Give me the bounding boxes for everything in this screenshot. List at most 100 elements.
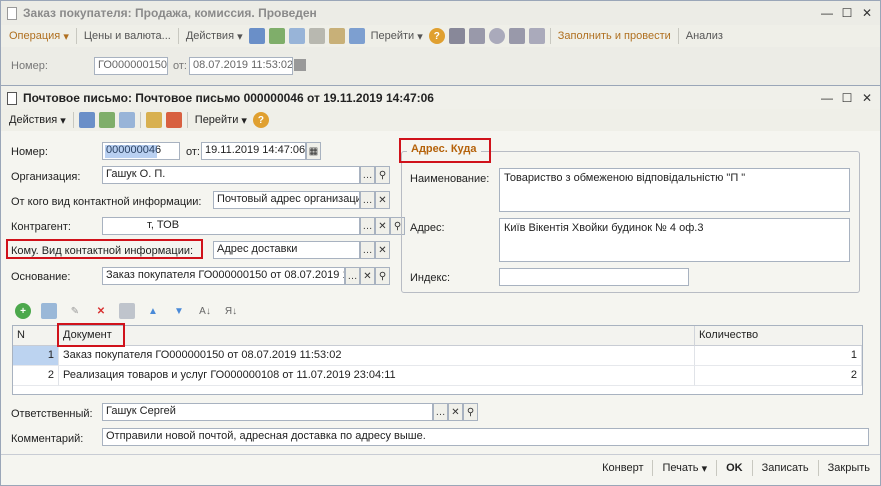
post-icon[interactable] (78, 112, 95, 128)
bg-date-field[interactable]: 08.07.2019 11:53:02 (189, 57, 293, 75)
from-whom-select-button[interactable]: … (360, 191, 375, 209)
goto-menu[interactable]: Перейти ▾ (367, 26, 427, 46)
add-icon[interactable]: + (15, 303, 31, 319)
toolbar-separator (186, 112, 188, 128)
postal-letter-titlebar: Почтовое письмо: Почтовое письмо 0000000… (1, 86, 880, 110)
responsible-field[interactable]: Гашук Сергей (102, 403, 433, 421)
post-icon[interactable] (248, 28, 265, 44)
to-whom-field[interactable]: Адрес доставки (213, 241, 360, 259)
responsible-label: Ответственный: (11, 408, 93, 420)
window-title: Почтовое письмо: Почтовое письмо 0000000… (23, 91, 434, 105)
basis-select-button[interactable]: … (345, 267, 360, 285)
ok-button[interactable]: OK (720, 459, 749, 477)
actions-menu[interactable]: Действия ▾ (5, 110, 70, 130)
basis-search-button[interactable]: ⚲ (375, 267, 390, 285)
basis-clear-button[interactable]: ✕ (360, 267, 375, 285)
close-icon[interactable]: ✕ (859, 5, 875, 21)
from-whom-field[interactable]: Почтовый адрес организаци (213, 191, 360, 209)
contractor-select-button[interactable]: … (360, 217, 375, 235)
address-label: Адрес: (410, 222, 445, 234)
based-on-icon[interactable] (348, 28, 365, 44)
checklist-icon[interactable] (468, 28, 485, 44)
operation-menu[interactable]: Операция ▾ (5, 26, 73, 46)
print-menu[interactable]: Печать ▾ (656, 459, 713, 477)
address-textarea[interactable]: Київ Вікентія Хвойки будинок № 4 оф.3 (499, 218, 850, 262)
to-whom-clear-button[interactable]: ✕ (375, 241, 390, 259)
to-whom-select-button[interactable]: … (360, 241, 375, 259)
movements-icon[interactable] (328, 28, 345, 44)
calendar-icon[interactable] (294, 59, 306, 71)
goto-menu[interactable]: Перейти ▾ (191, 110, 251, 130)
column-header-document[interactable]: Документ (59, 326, 695, 346)
contractor-label: Контрагент: (11, 221, 71, 233)
documents-table[interactable]: N Документ Количество 1 Заказ покупателя… (12, 325, 863, 395)
column-header-quantity[interactable]: Количество (695, 326, 862, 346)
convert-button[interactable]: Конверт (596, 459, 649, 477)
structure-icon[interactable] (308, 28, 325, 44)
organization-field[interactable]: Гашук О. П. (102, 166, 360, 184)
contractor-clear-button[interactable]: ✕ (375, 217, 390, 235)
responsible-search-button[interactable]: ⚲ (463, 403, 478, 421)
close-button[interactable]: Закрыть (822, 459, 876, 477)
sort-asc-icon[interactable]: A↓ (197, 303, 213, 319)
responsible-select-button[interactable]: … (433, 403, 448, 421)
toolbar-separator (549, 28, 551, 44)
end-edit-icon[interactable] (119, 303, 135, 319)
index-field[interactable] (499, 268, 689, 286)
copy-icon[interactable] (288, 28, 305, 44)
comment-label: Комментарий: (11, 433, 84, 445)
report-icon[interactable] (528, 28, 545, 44)
refresh-icon[interactable] (98, 112, 115, 128)
analysis-button[interactable]: Анализ (682, 26, 727, 46)
edit-icon[interactable]: ✎ (67, 303, 83, 319)
copy-icon[interactable] (118, 112, 135, 128)
close-icon[interactable]: ✕ (859, 90, 875, 106)
fill-and-post-button[interactable]: Заполнить и провести (554, 26, 675, 46)
contractor-field[interactable]: т, ТОВ (102, 217, 360, 235)
number-label: Номер: (11, 146, 48, 158)
maximize-icon[interactable]: ☐ (839, 5, 855, 21)
bg-number-label: Номер: (11, 60, 48, 72)
comment-field[interactable]: Отправили новой почтой, адресная доставк… (102, 428, 869, 446)
postal-letter-window: Почтовое письмо: Почтовое письмо 0000000… (0, 85, 881, 486)
help-icon[interactable]: ? (252, 112, 269, 128)
sort-desc-icon[interactable]: Я↓ (223, 303, 239, 319)
actions-menu[interactable]: Действия ▾ (182, 26, 247, 46)
quantity-cell: 2 (695, 366, 862, 386)
background-order-window: Заказ покупателя: Продажа, комиссия. Про… (0, 0, 881, 95)
toolbar-separator (817, 460, 819, 476)
organization-select-button[interactable]: … (360, 166, 375, 184)
index-label: Индекс: (410, 272, 451, 284)
quantity-cell: 1 (695, 346, 862, 366)
from-whom-clear-button[interactable]: ✕ (375, 191, 390, 209)
delete-mark-icon[interactable] (165, 112, 182, 128)
prices-button[interactable]: Цены и валюта... (80, 26, 175, 46)
move-up-icon[interactable]: ▲ (145, 303, 161, 319)
list-icon[interactable] (448, 28, 465, 44)
minimize-icon[interactable]: — (819, 5, 835, 21)
responsible-clear-button[interactable]: ✕ (448, 403, 463, 421)
bg-number-field[interactable]: ГО000000150 (94, 57, 168, 75)
preview-icon[interactable] (508, 28, 525, 44)
from-label: от: (186, 146, 200, 158)
column-header-n[interactable]: N (13, 326, 59, 346)
copy-row-icon[interactable] (41, 303, 57, 319)
delete-icon[interactable]: ✕ (93, 303, 109, 319)
maximize-icon[interactable]: ☐ (839, 90, 855, 106)
date-field[interactable]: 19.11.2019 14:47:06 (201, 142, 306, 160)
movements-icon[interactable] (145, 112, 162, 128)
name-textarea[interactable]: Товариство з обмеженою відповідальністю … (499, 168, 850, 212)
clock-icon[interactable] (488, 28, 505, 44)
bottom-button-bar: Конверт Печать ▾ OK Записать Закрыть (596, 458, 876, 478)
save-button[interactable]: Записать (756, 459, 815, 477)
refresh-icon[interactable] (268, 28, 285, 44)
move-down-icon[interactable]: ▼ (171, 303, 187, 319)
bg-from-label: от: (173, 60, 187, 72)
organization-search-button[interactable]: ⚲ (375, 166, 390, 184)
help-icon[interactable]: ? (428, 28, 445, 44)
basis-field[interactable]: Заказ покупателя ГО000000150 от 08.07.20… (102, 267, 345, 285)
from-whom-label: От кого вид контактной информации: (11, 196, 202, 208)
minimize-icon[interactable]: — (819, 90, 835, 106)
calendar-button[interactable]: ▦ (306, 142, 321, 160)
toolbar-separator (716, 460, 718, 476)
